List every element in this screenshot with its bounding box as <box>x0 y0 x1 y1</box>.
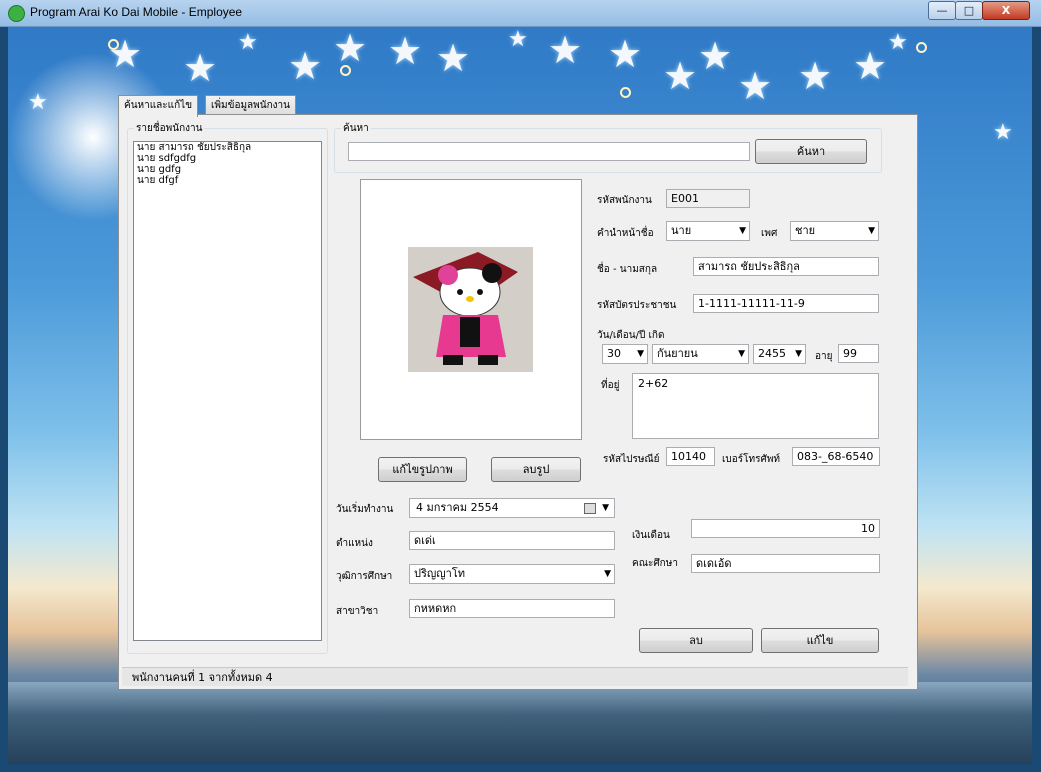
calendar-icon[interactable] <box>584 503 596 514</box>
postal-code-field[interactable]: 10140 <box>666 447 715 466</box>
ornament-decoration <box>108 39 119 50</box>
star-decoration: ★ <box>508 27 528 52</box>
star-decoration: ★ <box>238 30 258 55</box>
title-bar: Program Arai Ko Dai Mobile - Employee — … <box>0 0 1041 27</box>
chevron-down-icon: ▼ <box>868 226 875 236</box>
edit-photo-button[interactable]: แก้ไขรูปภาพ <box>378 457 467 482</box>
phone-label: เบอร์โทรศัพท์ <box>722 454 781 465</box>
dob-month-select[interactable]: กันยายน ▼ <box>652 344 749 364</box>
list-item[interactable]: นาย สามารถ ชัยประสิธิกุล <box>134 142 321 153</box>
app-icon <box>8 5 25 22</box>
emp-id-field: E001 <box>666 189 750 208</box>
dob-day-value: 30 <box>607 347 621 360</box>
star-decoration: ★ <box>888 30 908 55</box>
name-field[interactable]: สามารถ ชัยประสิธิกุล <box>693 257 879 276</box>
dob-year-select[interactable]: 2455 ▼ <box>753 344 806 364</box>
search-button[interactable]: ค้นหา <box>755 139 867 164</box>
address-field[interactable]: 2+62 <box>632 373 879 439</box>
dob-day-select[interactable]: 30 ▼ <box>602 344 648 364</box>
salary-label: เงินเดือน <box>632 530 670 541</box>
employee-listbox[interactable]: นาย สามารถ ชัยประสิธิกุล นาย sdfgdfg นาย… <box>133 141 322 641</box>
star-decoration: ★ <box>28 90 48 115</box>
chevron-down-icon: ▼ <box>604 569 611 579</box>
emp-id-label: รหัสพนักงาน <box>597 195 652 206</box>
star-decoration: ★ <box>798 54 833 98</box>
education-select[interactable]: ปริญญาโท ▼ <box>409 564 615 584</box>
address-label: ที่อยู่ <box>601 380 620 391</box>
faculty-label: คณะศึกษา <box>632 558 678 569</box>
star-decoration: ★ <box>548 28 583 72</box>
employee-list-legend: รายชื่อพนักงาน <box>134 121 205 136</box>
star-decoration: ★ <box>698 34 733 78</box>
chevron-down-icon: ▼ <box>739 226 746 236</box>
position-field[interactable]: ดเด่เ <box>409 531 615 550</box>
gender-select[interactable]: ชาย ▼ <box>790 221 879 241</box>
minimize-button[interactable]: — <box>928 1 956 20</box>
landscape-hills <box>8 682 1032 764</box>
chevron-down-icon: ▼ <box>637 349 644 359</box>
start-date-value: 4 มกราคม 2554 <box>416 501 499 514</box>
maximize-button[interactable]: □ <box>955 1 983 20</box>
search-legend: ค้นหา <box>341 121 371 136</box>
prefix-select[interactable]: นาย ▼ <box>666 221 750 241</box>
list-item[interactable]: นาย gdfg <box>134 164 321 175</box>
education-value: ปริญญาโท <box>414 567 465 580</box>
major-field[interactable]: กหหดหก <box>409 599 615 618</box>
age-field[interactable]: 99 <box>838 344 879 363</box>
tab-search-edit[interactable]: ค้นหาและแก้ไข <box>118 95 199 117</box>
list-item[interactable]: นาย sdfgdfg <box>134 153 321 164</box>
search-input[interactable] <box>348 142 750 161</box>
phone-field[interactable]: 083-_68-6540 <box>792 447 880 466</box>
dob-month-value: กันยายน <box>657 347 698 360</box>
start-date-picker[interactable]: 4 มกราคม 2554 ▼ <box>409 498 615 518</box>
chevron-down-icon: ▼ <box>795 349 802 359</box>
gender-label: เพศ <box>761 228 778 239</box>
close-button[interactable]: X <box>982 1 1030 20</box>
start-date-label: วันเริ่มทำงาน <box>336 504 394 515</box>
salary-field[interactable]: 10 <box>691 519 880 538</box>
star-decoration: ★ <box>183 46 218 90</box>
ornament-decoration <box>620 87 631 98</box>
status-text: พนักงานคนที่ 1 จากทั้งหมด 4 <box>132 671 273 684</box>
star-decoration: ★ <box>993 120 1013 145</box>
star-decoration: ★ <box>663 54 698 98</box>
postal-code-label: รหัสไปรษณีย์ <box>603 454 660 465</box>
ornament-decoration <box>340 65 351 76</box>
major-label: สาขาวิชา <box>336 606 379 617</box>
ornament-decoration <box>916 42 927 53</box>
employee-photo <box>408 247 533 372</box>
star-decoration: ★ <box>738 64 773 108</box>
education-label: วุฒิการศึกษา <box>336 571 393 582</box>
chevron-down-icon: ▼ <box>738 349 745 359</box>
star-decoration: ★ <box>333 27 368 70</box>
star-decoration: ★ <box>388 29 423 73</box>
gender-value: ชาย <box>795 224 816 237</box>
delete-button[interactable]: ลบ <box>639 628 753 653</box>
list-item[interactable]: นาย dfgf <box>134 175 321 186</box>
prefix-label: คำนำหน้าชื่อ <box>597 228 654 239</box>
star-decoration: ★ <box>608 32 643 76</box>
name-label: ชื่อ - นามสกุล <box>597 264 658 275</box>
window-title: Program Arai Ko Dai Mobile - Employee <box>30 5 243 19</box>
prefix-value: นาย <box>671 224 692 237</box>
star-decoration: ★ <box>853 44 888 88</box>
delete-photo-button[interactable]: ลบรูป <box>491 457 581 482</box>
star-decoration: ★ <box>436 36 471 80</box>
photo-frame <box>360 179 582 440</box>
age-label: อายุ <box>815 351 833 362</box>
dob-label: วัน/เดือน/ปี เกิด <box>597 330 665 341</box>
citizen-id-label: รหัสบัตรประชาชน <box>597 300 677 311</box>
tab-add-employee[interactable]: เพิ่มข้อมูลพนักงาน <box>205 95 296 116</box>
edit-button[interactable]: แก้ไข <box>761 628 879 653</box>
dob-year-value: 2455 <box>758 347 786 360</box>
faculty-field[interactable]: ดเดเอ้ด <box>691 554 880 573</box>
status-bar: พนักงานคนที่ 1 จากทั้งหมด 4 <box>122 667 908 686</box>
position-label: ตำแหน่ง <box>336 538 373 549</box>
app-window: Program Arai Ko Dai Mobile - Employee — … <box>0 0 1041 772</box>
citizen-id-field[interactable]: 1-1111-11111-11-9 <box>693 294 879 313</box>
star-decoration: ★ <box>288 44 323 88</box>
chevron-down-icon[interactable]: ▼ <box>602 499 609 517</box>
